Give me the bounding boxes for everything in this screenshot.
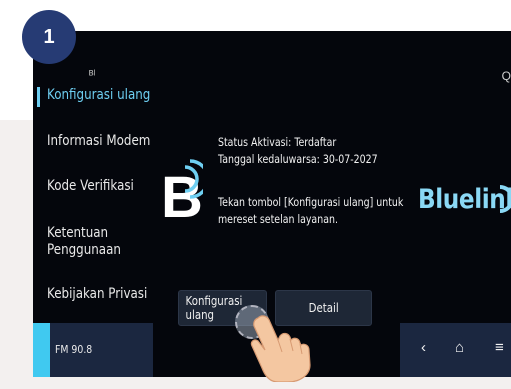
instruction-text-line2: mereset setelan layanan. [218, 212, 338, 226]
brand-arc-icon [499, 185, 511, 213]
sidebar-item-kebijakan-privasi[interactable]: Kebijakan Privasi [47, 286, 147, 303]
sidebar-item-informasi-modem[interactable]: Informasi Modem [47, 133, 150, 150]
step-badge: 1 [22, 10, 76, 64]
expiry-text: Tanggal kedaluwarsa: 30-07-2027 [218, 152, 378, 166]
radio-widget[interactable] [33, 323, 153, 377]
sidebar-item-label-line1: Ketentuan [47, 225, 109, 241]
active-indicator [37, 87, 40, 107]
sidebar-item-kode-verifikasi[interactable]: Kode Verifikasi [47, 178, 134, 195]
search-icon[interactable]: Q [502, 69, 511, 83]
status-text: Status Aktivasi: Terdaftar [218, 135, 337, 149]
sidebar-item-label-line2: Penggunaan [47, 241, 121, 258]
sidebar-item-ketentuan[interactable]: Ketentuan Penggunaan [47, 225, 121, 259]
radio-highlight [33, 323, 50, 377]
menu-icon[interactable]: ≡ [495, 339, 504, 356]
bluelink-logo-icon: B [161, 159, 203, 229]
sidebar-item-konfigurasi-ulang[interactable]: Konfigurasi ulang [47, 87, 150, 104]
back-icon[interactable]: ‹ [421, 339, 426, 356]
home-icon[interactable]: ⌂ [455, 339, 464, 356]
instruction-text-line1: Tekan tombol [Konfigurasi ulang] untuk [218, 195, 404, 209]
radio-station-text: FM 90.8 [55, 343, 93, 356]
sidebar: Konfigurasi ulang Informasi Modem Kode V… [33, 31, 178, 331]
pointing-hand-icon [250, 315, 311, 382]
